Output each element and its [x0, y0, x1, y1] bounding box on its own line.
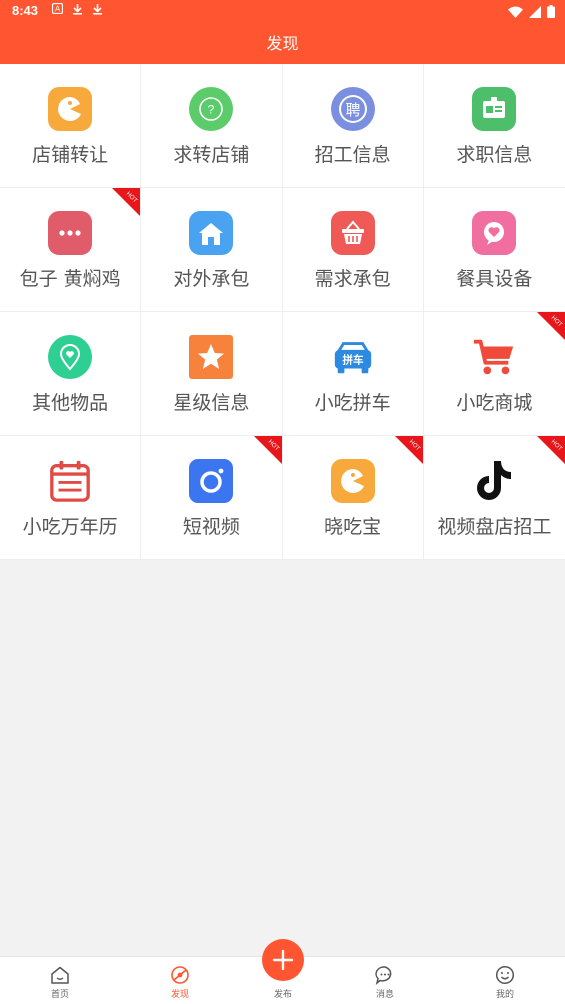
- grid-item-shop-transfer[interactable]: 店铺转让: [0, 64, 142, 188]
- svg-text:A: A: [55, 5, 61, 14]
- grid-item-label: 招工信息: [314, 144, 391, 166]
- grid-item-seek-shop[interactable]: ? 求转店铺: [141, 64, 283, 188]
- grid-item-label: 需求承包: [314, 268, 391, 290]
- download-icon: [92, 3, 103, 18]
- question-icon: ?: [189, 87, 234, 131]
- page-title: 发现: [266, 34, 299, 53]
- grid-item-snack-mall[interactable]: HOT 小吃商城: [423, 312, 565, 436]
- hot-badge: HOT: [112, 188, 141, 216]
- download-icon: [72, 3, 83, 18]
- grid-item-label: 短视频: [182, 516, 240, 538]
- grid-item-label: 小吃万年历: [22, 516, 118, 538]
- battery-icon: [547, 3, 555, 22]
- grid-item-label: 星级信息: [173, 392, 250, 414]
- nav-messages[interactable]: 消息: [355, 957, 415, 1004]
- chat-heart-icon: [472, 211, 517, 255]
- grid-item-other-goods[interactable]: 其他物品: [0, 312, 142, 436]
- nav-label: 我的: [495, 990, 514, 1000]
- star-icon: [189, 335, 234, 379]
- grid-item-calendar[interactable]: 小吃万年历: [0, 436, 142, 560]
- discover-icon: [169, 964, 191, 986]
- header: 发现: [0, 24, 565, 64]
- hot-badge: HOT: [537, 436, 565, 464]
- hot-badge: HOT: [394, 436, 423, 464]
- nav-discover[interactable]: 发现: [150, 957, 210, 1004]
- hot-badge: HOT: [253, 436, 282, 464]
- home-icon: [49, 964, 71, 986]
- hire-icon: 聘: [330, 87, 375, 131]
- pacman-icon: [330, 459, 375, 503]
- grid-item-label: 求转店铺: [173, 144, 250, 166]
- location-heart-icon: [48, 335, 93, 379]
- wifi-icon: [508, 3, 523, 22]
- nav-label: 发布: [273, 990, 292, 1000]
- cart-icon: [472, 335, 516, 379]
- grid-item-video-shop-hiring[interactable]: HOT 视频盘店招工: [423, 436, 565, 560]
- carpool-icon: 拼车: [331, 335, 375, 379]
- nav-publish[interactable]: 发布: [253, 939, 313, 1004]
- svg-text:聘: 聘: [345, 101, 360, 119]
- grid-item-label: 晓吃宝: [324, 516, 382, 538]
- grid-item-xiaochibao[interactable]: HOT 晓吃宝: [282, 436, 424, 560]
- bottom-nav: 首页 发现 发布 消息 我的: [0, 939, 565, 1004]
- grid-item-label: 餐具设备: [456, 268, 533, 290]
- house-icon: [189, 211, 234, 255]
- grid-item-label: 求职信息: [456, 144, 533, 166]
- pacman-icon: [48, 87, 93, 131]
- grid-item-outsource[interactable]: 对外承包: [141, 188, 283, 312]
- tiktok-icon: [472, 459, 516, 503]
- basket-icon: [330, 211, 375, 255]
- grid-item-short-video[interactable]: HOT 短视频: [141, 436, 283, 560]
- calendar-icon: [48, 459, 92, 503]
- grid-item-baozi[interactable]: HOT 包子 黄焖鸡: [0, 188, 142, 312]
- svg-text:拼车: 拼车: [342, 354, 364, 367]
- status-right-icons: [508, 3, 555, 22]
- a-icon: A: [51, 2, 64, 18]
- grid-item-star-info[interactable]: 星级信息: [141, 312, 283, 436]
- hot-badge: HOT: [537, 312, 565, 340]
- grid-item-label: 包子 黄焖鸡: [19, 268, 121, 290]
- svg-text:?: ?: [208, 103, 215, 117]
- category-grid: 店铺转让 ? 求转店铺 聘 招工信息 求职信息 HOT 包子 黄焖鸡 对外承包: [0, 64, 565, 560]
- grid-item-hiring[interactable]: 聘 招工信息: [282, 64, 424, 188]
- grid-item-demand-contract[interactable]: 需求承包: [282, 188, 424, 312]
- camera-icon: [189, 459, 234, 503]
- nav-label: 消息: [375, 990, 394, 1000]
- status-bar: 8:43 A: [0, 0, 565, 24]
- grid-item-carpool[interactable]: 拼车 小吃拼车: [282, 312, 424, 436]
- grid-item-label: 小吃拼车: [314, 392, 391, 414]
- nav-label: 发现: [170, 990, 189, 1000]
- grid-item-label: 店铺转让: [32, 144, 109, 166]
- publish-button[interactable]: [262, 939, 304, 981]
- grid-item-label: 对外承包: [173, 268, 250, 290]
- message-icon: [374, 964, 396, 986]
- nav-profile[interactable]: 我的: [475, 957, 535, 1004]
- status-left-icons: A: [51, 2, 103, 18]
- grid-item-tableware[interactable]: 餐具设备: [423, 188, 565, 312]
- plus-icon: [272, 949, 294, 971]
- nav-label: 首页: [50, 990, 69, 1000]
- more-dots-icon: [48, 211, 93, 255]
- signal-icon: [529, 3, 541, 22]
- nav-home[interactable]: 首页: [30, 957, 90, 1004]
- id-card-icon: [472, 87, 517, 131]
- grid-item-label: 小吃商城: [456, 392, 533, 414]
- smile-icon: [494, 964, 516, 986]
- status-time: 8:43: [12, 3, 39, 18]
- grid-item-label: 视频盘店招工: [437, 516, 552, 538]
- grid-item-label: 其他物品: [32, 392, 109, 414]
- grid-item-job-seeking[interactable]: 求职信息: [423, 64, 565, 188]
